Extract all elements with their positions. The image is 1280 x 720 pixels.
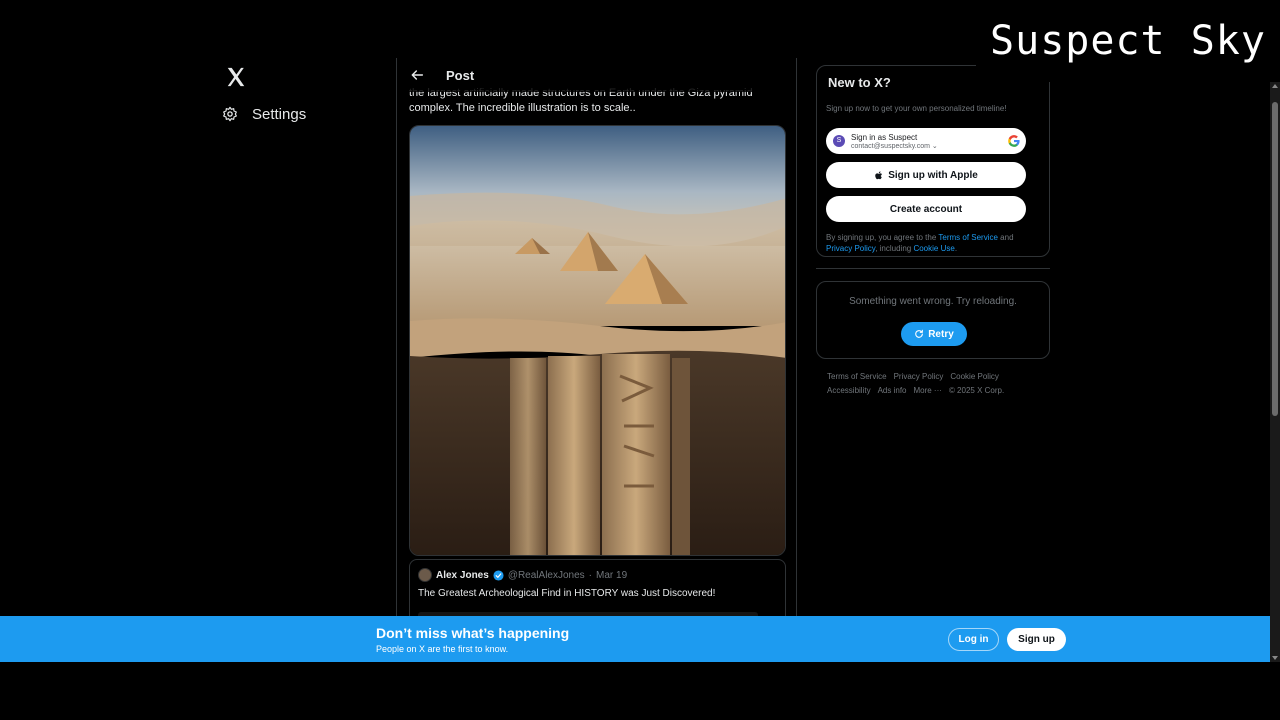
sidebar-divider <box>816 268 1050 269</box>
quoted-tweet-date[interactable]: Mar 19 <box>596 570 627 581</box>
signup-title: New to X? <box>828 75 891 90</box>
quoted-author-name[interactable]: Alex Jones <box>436 570 489 581</box>
footer-link-terms[interactable]: Terms of Service <box>827 372 887 381</box>
retry-label: Retry <box>928 328 954 340</box>
browser-viewport: Settings the largest artificially made s… <box>0 58 1280 662</box>
cookie-use-link[interactable]: Cookie Use <box>913 244 954 253</box>
login-prompt-banner: Don’t miss what’s happening People on X … <box>0 616 1270 662</box>
quoted-author-handle[interactable]: @RealAlexJones <box>508 570 585 581</box>
handle-date-separator: · <box>588 569 593 581</box>
tweet-text-line-2: complex. The incredible illustration is … <box>409 102 636 114</box>
watermark-text: Suspect Sky <box>990 18 1266 64</box>
quoted-tweet-header: Alex Jones @RealAlexJones · Mar 19 <box>418 568 627 582</box>
google-sign-in-label: Sign in as Suspect <box>851 132 918 142</box>
scrollbar-thumb[interactable] <box>1272 102 1278 416</box>
footer-copyright: © 2025 X Corp. <box>948 386 1005 395</box>
error-message: Something went wrong. Try reloading. <box>849 296 1017 307</box>
nav-item-settings[interactable]: Settings <box>222 102 306 126</box>
footer-link-cookie[interactable]: Cookie Policy <box>950 372 998 381</box>
footer-link-accessibility[interactable]: Accessibility <box>827 386 871 395</box>
log-in-button[interactable]: Log in <box>948 628 999 651</box>
terms-of-service-link[interactable]: Terms of Service <box>938 233 998 242</box>
footer-link-ads-info[interactable]: Ads info <box>878 386 907 395</box>
signup-card: New to X? Sign up now to get your own pe… <box>816 65 1050 257</box>
signup-subtitle: Sign up now to get your own personalized… <box>826 104 1007 113</box>
banner-title: Don’t miss what’s happening <box>376 625 570 641</box>
quoted-tweet-text: The Greatest Archeological Find in HISTO… <box>418 588 716 599</box>
google-sign-in-button[interactable]: S Sign in as Suspect contact@suspectsky.… <box>826 128 1026 154</box>
refresh-icon <box>915 329 924 338</box>
verified-badge-icon <box>493 569 504 581</box>
signup-terms: By signing up, you agree to the Terms of… <box>826 233 1014 253</box>
post-header: Post <box>397 58 796 92</box>
post-title: Post <box>446 67 475 83</box>
create-account-button[interactable]: Create account <box>826 196 1026 222</box>
error-card: Something went wrong. Try reloading. Ret… <box>816 281 1050 359</box>
footer-link-privacy[interactable]: Privacy Policy <box>894 372 944 381</box>
bottom-letterbox <box>0 662 1280 720</box>
google-logo-icon <box>1008 135 1020 147</box>
tweet-media-image[interactable] <box>409 125 786 556</box>
apple-logo-icon <box>875 170 883 179</box>
pyramids-cross-section-illustration <box>410 126 785 555</box>
post-column: the largest artificially made structures… <box>396 58 797 662</box>
apple-button-label: Sign up with Apple <box>888 169 978 181</box>
nav-settings-label: Settings <box>252 105 307 123</box>
avatar[interactable] <box>418 568 432 582</box>
google-account-avatar: S <box>833 135 845 147</box>
footer-link-more[interactable]: More ··· <box>913 386 941 395</box>
channel-watermark: Suspect Sky <box>976 0 1280 82</box>
banner-subtitle: People on X are the first to know. <box>376 644 509 654</box>
scroll-up-arrow-icon[interactable] <box>1272 84 1278 88</box>
google-account-email: contact@suspectsky.com ⌄ <box>851 142 938 150</box>
chevron-down-icon: ⌄ <box>931 142 938 150</box>
back-arrow-icon[interactable] <box>409 67 425 83</box>
footer-links: Terms of Service Privacy Policy Cookie Pol… <box>827 370 1042 398</box>
scroll-down-arrow-icon[interactable] <box>1272 656 1278 660</box>
gear-icon <box>223 106 237 122</box>
retry-button[interactable]: Retry <box>901 322 967 346</box>
privacy-policy-link[interactable]: Privacy Policy <box>826 244 875 253</box>
sign-up-button[interactable]: Sign up <box>1007 628 1066 651</box>
x-logo-icon[interactable] <box>225 66 247 88</box>
page-scrollbar[interactable] <box>1270 82 1280 662</box>
sign-up-with-apple-button[interactable]: Sign up with Apple <box>826 162 1026 188</box>
